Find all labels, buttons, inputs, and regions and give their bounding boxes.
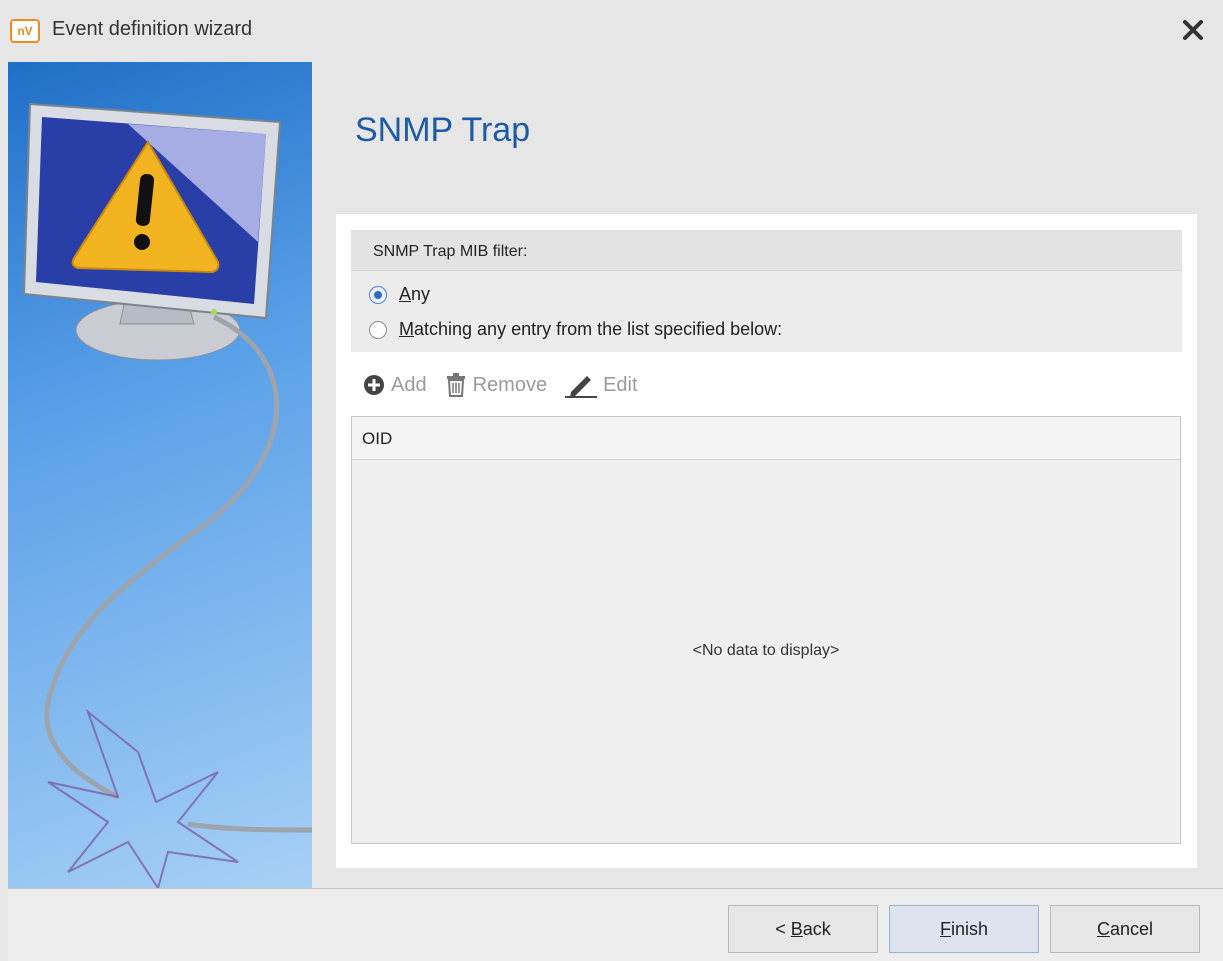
add-icon (364, 375, 384, 395)
edit-label: Edit (603, 373, 638, 396)
app-logo-icon: nV (10, 19, 40, 43)
add-button[interactable]: Add (363, 374, 427, 397)
remove-button[interactable]: Remove (445, 373, 547, 397)
close-icon (1183, 20, 1203, 40)
remove-label: Remove (472, 373, 548, 396)
radio-any[interactable]: Any (369, 284, 430, 305)
grid-header: OID (352, 417, 1180, 460)
wizard-sidebar-illustration (8, 62, 312, 888)
radio-matching-list[interactable]: Matching any entry from the list specifi… (369, 319, 782, 340)
title-bar: nV Event definition wizard (0, 0, 1223, 62)
edit-button[interactable]: Edit (565, 372, 638, 398)
radio-matching-list-label: Matching any entry from the list specifi… (399, 319, 783, 339)
radio-any-indicator[interactable] (369, 285, 387, 304)
back-button[interactable]: < Back (728, 905, 878, 953)
window-title: Event definition wizard (52, 18, 253, 40)
radio-matching-list-indicator[interactable] (369, 320, 387, 339)
column-header-oid[interactable]: OID (362, 429, 392, 449)
trash-icon (446, 373, 465, 397)
mib-filter-label: SNMP Trap MIB filter: (373, 243, 528, 260)
oid-toolbar: Add Remove Edit (363, 370, 656, 400)
finish-button[interactable]: Finish (889, 905, 1039, 953)
mib-filter-group: SNMP Trap MIB filter: Any Matching any e… (351, 230, 1182, 352)
oid-grid[interactable]: OID <No data to display> (351, 416, 1181, 844)
add-label: Add (391, 373, 427, 396)
close-button[interactable] (1177, 14, 1209, 46)
page-title: SNMP Trap (355, 111, 531, 149)
wizard-footer (8, 888, 1223, 961)
radio-any-label: Any (399, 284, 431, 304)
warning-monitor-illustration (22, 102, 312, 888)
grid-empty-message: <No data to display> (692, 642, 840, 659)
pencil-edit-icon (565, 376, 598, 398)
mib-filter-header: SNMP Trap MIB filter: (351, 230, 1182, 271)
cancel-button[interactable]: Cancel (1050, 905, 1200, 953)
